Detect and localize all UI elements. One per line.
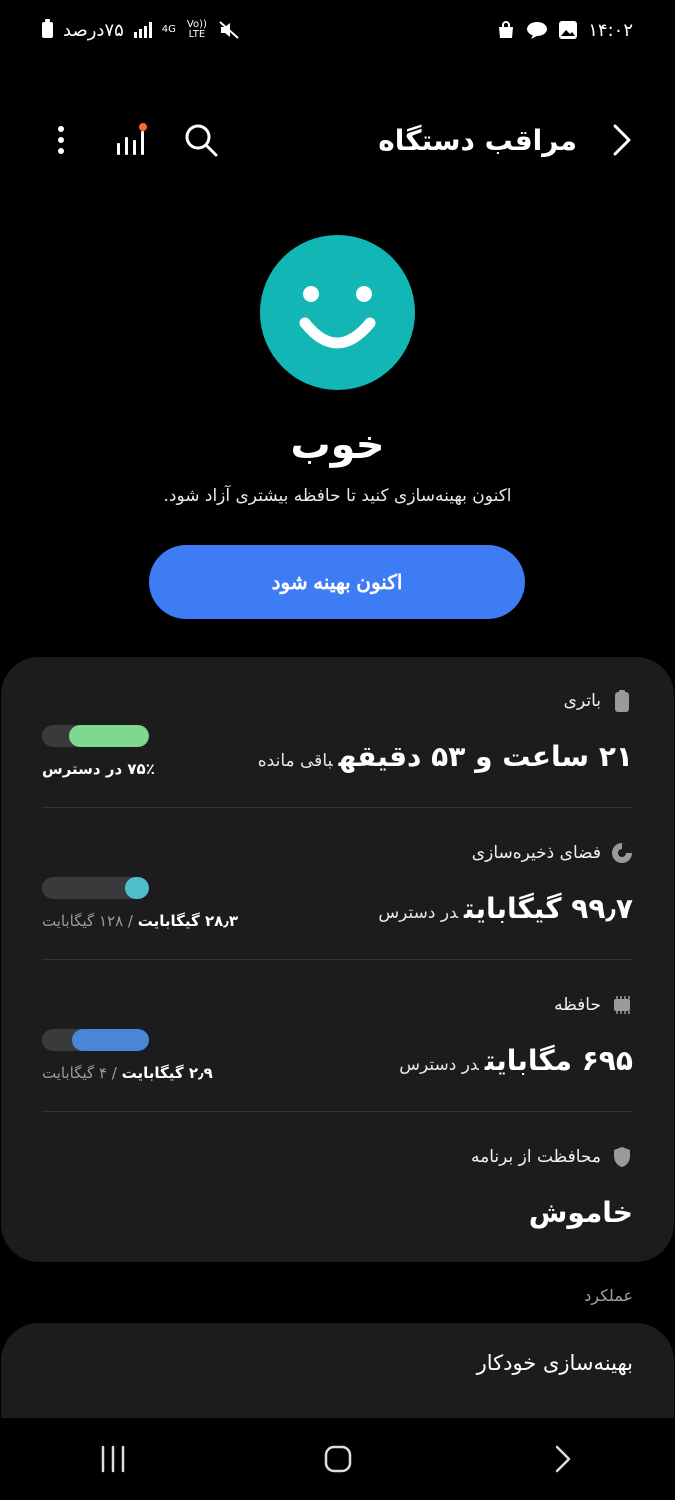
battery-progress-fill xyxy=(68,725,149,747)
search-button[interactable] xyxy=(184,120,218,160)
storage-pie-icon xyxy=(611,842,633,864)
stats-card: باتری ۲۱ ساعت و ۵۳ دقیقهباقی مانده ۷۵٪ د… xyxy=(1,657,674,1262)
memory-label-group: حافظه xyxy=(554,994,633,1016)
storage-value-line: ۹۹٫۷ گیگابایتدر دسترس xyxy=(378,892,633,925)
mute-icon xyxy=(219,21,239,39)
clock-text: ۱۴:۰۲ xyxy=(588,19,633,41)
storage-label: فضای ذخیره‌سازی xyxy=(471,843,601,863)
device-status-face xyxy=(260,235,415,390)
shopping-bag-icon xyxy=(499,21,514,38)
status-right: ۱۴:۰۲ xyxy=(496,20,633,41)
memory-chip-icon xyxy=(611,994,633,1016)
battery-status-icon xyxy=(42,19,53,38)
memory-row[interactable]: حافظه ۶۹۵ مگابایتدر دسترس ۲٫۹ گیگابایت /… xyxy=(42,994,633,1104)
storage-progress-fill xyxy=(125,877,149,899)
page-title: مراقب دستگاه xyxy=(378,123,577,157)
device-status-word: خوب xyxy=(290,422,385,468)
battery-available-text: ۷۵٪ در دسترس xyxy=(42,760,155,778)
memory-total-text: / ۴ گیگابایت xyxy=(42,1064,117,1082)
memory-value-line: ۶۹۵ مگابایتدر دسترس xyxy=(399,1044,633,1077)
performance-section-label: عملکرد xyxy=(584,1286,633,1305)
back-nav-button[interactable] xyxy=(533,1429,593,1489)
chat-icon xyxy=(527,22,548,39)
battery-progress-bar xyxy=(42,725,149,747)
gallery-icon xyxy=(559,21,578,39)
recent-apps-icon xyxy=(101,1445,124,1473)
header-actions xyxy=(44,120,218,160)
battery-suffix: باقی مانده xyxy=(257,751,333,771)
nav-back-chevron-icon xyxy=(555,1445,570,1473)
battery-value: ۲۱ ساعت و ۵۳ دقیقه xyxy=(338,740,633,773)
auto-optimize-card[interactable]: بهینه‌سازی خودکار xyxy=(1,1323,674,1418)
battery-value-line: ۲۱ ساعت و ۵۳ دقیقهباقی مانده xyxy=(258,740,633,773)
memory-used-text: ۲٫۹ گیگابایت xyxy=(121,1064,213,1082)
battery-row[interactable]: باتری ۲۱ ساعت و ۵۳ دقیقهباقی مانده ۷۵٪ د… xyxy=(42,690,633,800)
shield-icon xyxy=(611,1146,633,1168)
home-button[interactable] xyxy=(308,1429,368,1489)
back-button[interactable] xyxy=(609,123,635,157)
network-type-text: 4G xyxy=(161,24,176,35)
signal-icon xyxy=(133,22,152,38)
divider xyxy=(42,959,633,960)
app-protection-label-group: محافظت از برنامه xyxy=(471,1146,633,1168)
battery-caption: ۷۵٪ در دسترس xyxy=(42,760,155,778)
app-protection-value: خاموش xyxy=(528,1196,633,1229)
storage-label-group: فضای ذخیره‌سازی xyxy=(472,842,633,864)
auto-optimize-title: بهینه‌سازی خودکار xyxy=(476,1351,633,1375)
header-title-group: مراقب دستگاه xyxy=(378,123,635,157)
memory-suffix: در دسترس xyxy=(399,1055,479,1075)
device-status-subtitle: اکنون بهینه‌سازی کنید تا حافظه بیشتری آز… xyxy=(163,486,512,506)
more-vertical-icon xyxy=(58,126,64,154)
storage-suffix: در دسترس xyxy=(378,903,459,923)
app-protection-label: محافظت از برنامه xyxy=(470,1147,601,1167)
storage-value: ۹۹٫۷ گیگابایت xyxy=(464,892,633,925)
search-icon xyxy=(185,124,218,157)
status-left: ۷۵درصد 4G Vo)) LTE xyxy=(42,19,240,41)
recent-apps-button[interactable] xyxy=(83,1429,143,1489)
memory-progress-bar xyxy=(42,1029,149,1051)
optimize-now-button[interactable]: اکنون بهینه شود xyxy=(149,545,525,619)
battery-percent-text: ۷۵درصد xyxy=(63,19,124,41)
storage-used-text: ۲۸٫۳ گیگابایت xyxy=(137,912,239,930)
performance-stats-button[interactable] xyxy=(114,120,148,160)
volte-text: Vo)) LTE xyxy=(186,19,207,40)
storage-row[interactable]: فضای ذخیره‌سازی ۹۹٫۷ گیگابایتدر دسترس ۲۸… xyxy=(42,842,633,952)
storage-progress-bar xyxy=(42,877,149,899)
status-bar: ۷۵درصد 4G Vo)) LTE ۱۴:۰۲ xyxy=(0,0,675,60)
divider xyxy=(42,1111,633,1112)
battery-icon xyxy=(611,690,633,712)
memory-progress-fill xyxy=(71,1029,149,1051)
app-protection-row[interactable]: محافظت از برنامه خاموش xyxy=(42,1146,633,1236)
smiley-face-icon xyxy=(299,286,376,349)
more-options-button[interactable] xyxy=(44,120,78,160)
bar-chart-icon xyxy=(117,123,147,155)
storage-caption: ۲۸٫۳ گیگابایت / ۱۲۸ گیگابایت xyxy=(42,912,238,930)
chevron-right-icon xyxy=(613,124,631,156)
battery-label-group: باتری xyxy=(564,690,633,712)
memory-label: حافظه xyxy=(554,995,601,1015)
battery-label: باتری xyxy=(563,691,601,711)
storage-total-text: / ۱۲۸ گیگابایت xyxy=(42,912,133,930)
divider xyxy=(42,807,633,808)
app-header: مراقب دستگاه xyxy=(0,110,675,170)
home-icon xyxy=(324,1445,351,1473)
memory-value: ۶۹۵ مگابایت xyxy=(484,1044,633,1077)
system-nav-bar xyxy=(0,1418,675,1500)
memory-caption: ۲٫۹ گیگابایت / ۴ گیگابایت xyxy=(42,1064,213,1082)
